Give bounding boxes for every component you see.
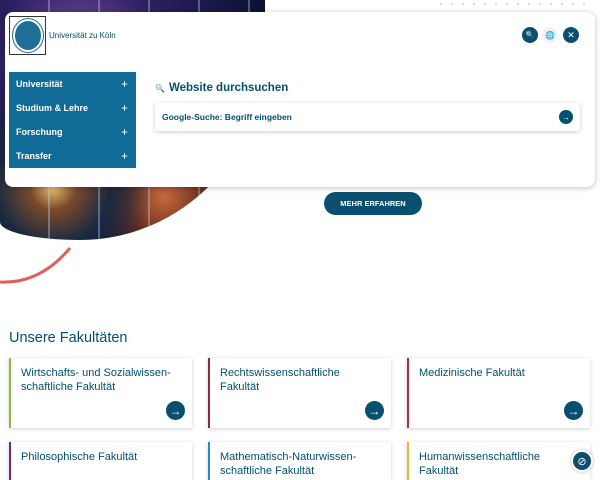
main-menu: Universität + Studium & Lehre + Forschung +… xyxy=(9,72,136,168)
university-name[interactable]: Universität zu Köln xyxy=(49,31,116,40)
close-icon: ✕ xyxy=(567,29,575,40)
search-icon: 🔍 xyxy=(525,32,535,39)
search-input[interactable]: Google-Suche: Begriff eingeben → xyxy=(155,103,580,131)
compass-icon: ⊘ xyxy=(577,455,587,468)
submit-search-button[interactable]: → xyxy=(559,110,573,124)
decorative-dots xyxy=(440,3,585,5)
menu-item-forschung[interactable]: Forschung + xyxy=(9,120,136,144)
faculty-card[interactable]: Philosophische Fakultät xyxy=(9,442,192,480)
faculties-heading: Unsere Fakultäten xyxy=(9,330,128,346)
plus-icon: + xyxy=(120,101,128,115)
menu-item-transfer[interactable]: Transfer + xyxy=(9,144,136,168)
plus-icon: + xyxy=(120,125,128,139)
plus-icon: + xyxy=(120,77,128,91)
globe-icon: 🌐 xyxy=(545,30,555,40)
mehr-erfahren-button[interactable]: MEHR ERFAHREN xyxy=(324,192,422,215)
language-button[interactable]: 🌐 xyxy=(542,27,558,43)
compass-button[interactable]: ⊘ xyxy=(571,450,593,472)
search-button[interactable]: 🔍 xyxy=(522,27,538,43)
faculty-card[interactable]: Rechtswissenschaftliche Fakultät → xyxy=(208,358,391,428)
faculty-card[interactable]: Humanwissenschaftliche Fakultät xyxy=(407,442,590,480)
university-logo[interactable] xyxy=(9,16,46,55)
faculty-card[interactable]: Wirtschafts- und Sozialwissen-schaftlich… xyxy=(9,358,192,428)
menu-item-studium-lehre[interactable]: Studium & Lehre + xyxy=(9,96,136,120)
search-title: 🔍 Website durchsuchen xyxy=(155,82,289,94)
faculty-card[interactable]: Medizinische Fakultät → xyxy=(407,358,590,428)
search-icon: 🔍 xyxy=(155,84,165,93)
navigation-overlay: Universität zu Köln 🔍 🌐 ✕ Universität + S… xyxy=(5,12,595,187)
faculty-card[interactable]: Mathematisch-Naturwissen-schaftliche Fak… xyxy=(208,442,391,480)
plus-icon: + xyxy=(120,149,128,163)
decorative-arc xyxy=(0,247,72,284)
arrow-right-icon[interactable]: → xyxy=(365,401,384,420)
close-button[interactable]: ✕ xyxy=(563,27,579,43)
menu-item-universitaet[interactable]: Universität + xyxy=(9,72,136,96)
arrow-right-icon[interactable]: → xyxy=(564,401,583,420)
arrow-right-icon: → xyxy=(562,112,570,122)
arrow-right-icon[interactable]: → xyxy=(166,401,185,420)
